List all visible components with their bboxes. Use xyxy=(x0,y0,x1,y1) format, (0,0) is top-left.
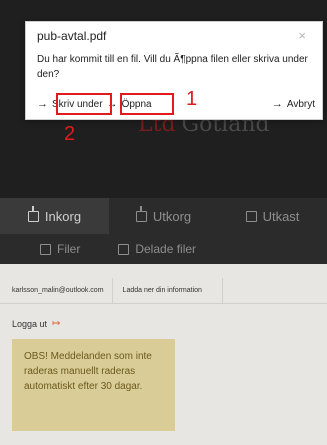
tab-files[interactable]: Filer xyxy=(40,234,80,264)
arrow-right-icon: → xyxy=(271,98,283,110)
shared-file-icon xyxy=(118,243,130,255)
tab-files-label: Filer xyxy=(57,242,81,256)
tab-inbox[interactable]: Inkorg xyxy=(0,198,109,234)
tab-inbox-label: Inkorg xyxy=(44,208,82,224)
page: Ltd Gotland Inkorg Utkorg Utkast Filer D… xyxy=(0,0,327,445)
cancel-button[interactable]: → Avbryt xyxy=(272,98,315,110)
dialog-message: Du har kommit till en fil. Vill du Ã¶ppn… xyxy=(37,54,308,80)
highlight-box-sign xyxy=(56,93,112,115)
download-info-link[interactable]: Ladda ner din information xyxy=(113,278,223,303)
main-navigation: Inkorg Utkorg Utkast Filer Delade filer xyxy=(0,198,327,264)
logout-arrow-icon: ↦ xyxy=(52,318,61,329)
inbox-icon xyxy=(27,205,39,222)
tab-drafts[interactable]: Utkast xyxy=(218,198,327,234)
tab-shared-files-label: Delade filer xyxy=(135,242,197,256)
annotation-marker-2: 2 xyxy=(64,123,76,145)
highlight-box-open xyxy=(120,93,174,115)
annotation-marker-1: 1 xyxy=(186,88,198,110)
tab-shared-files[interactable]: Delade filer xyxy=(118,234,196,264)
tab-outbox[interactable]: Utkorg xyxy=(109,198,218,234)
cancel-button-label: Avbryt xyxy=(286,98,315,110)
close-icon[interactable]: × xyxy=(298,28,306,43)
outbox-icon xyxy=(135,205,147,222)
arrow-right-icon: → xyxy=(37,98,48,110)
user-email: karlsson_malin@outlook.com xyxy=(0,278,113,303)
logout-link[interactable]: Logga ut ↦ xyxy=(12,318,60,329)
retention-notice: OBS! Meddelanden som inte raderas manuel… xyxy=(12,339,175,431)
user-bar: karlsson_malin@outlook.com Ladda ner din… xyxy=(0,278,327,304)
dialog-title: pub-avtal.pdf xyxy=(37,29,107,43)
tab-drafts-label: Utkast xyxy=(262,208,300,224)
logout-label: Logga ut xyxy=(12,318,48,329)
tab-outbox-label: Utkorg xyxy=(152,208,192,224)
draft-icon xyxy=(245,210,257,222)
file-icon xyxy=(40,243,51,255)
main-content: karlsson_malin@outlook.com Ladda ner din… xyxy=(0,264,327,445)
